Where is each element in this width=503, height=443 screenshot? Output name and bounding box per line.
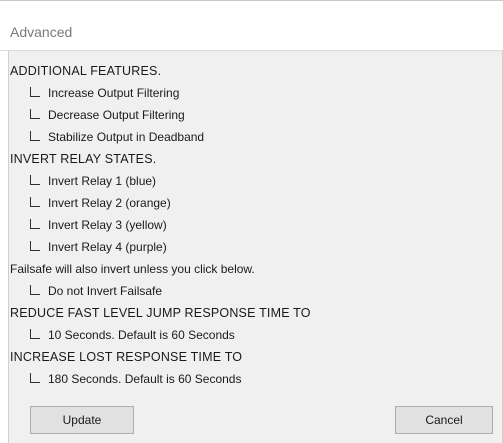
stabilize-output-in-deadband-option[interactable]: Stabilize Output in Deadband: [30, 127, 204, 147]
update-button[interactable]: Update: [30, 406, 134, 434]
failsafe-note: Failsafe will also invert unless you cli…: [10, 262, 255, 276]
invert-relay-2-checkbox[interactable]: [30, 197, 40, 207]
do-not-invert-failsafe-option[interactable]: Do not Invert Failsafe: [30, 281, 162, 301]
fast-level-jump-10s-checkbox[interactable]: [30, 329, 40, 339]
increase-output-filtering-option[interactable]: Increase Output Filtering: [30, 83, 179, 103]
checkbox-label: Stabilize Output in Deadband: [48, 130, 205, 144]
lost-response-180s-checkbox[interactable]: [30, 373, 40, 383]
checkbox-label: Decrease Output Filtering: [48, 108, 185, 122]
checkbox-label: Invert Relay 4 (purple): [48, 240, 167, 254]
lost-response-180s-option[interactable]: 180 Seconds. Default is 60 Seconds: [30, 369, 241, 389]
advanced-dialog: Advanced ADDITIONAL FEATURES. Increase O…: [0, 0, 503, 443]
invert-relay-1-option[interactable]: Invert Relay 1 (blue): [30, 171, 156, 191]
checkbox-label: Invert Relay 3 (yellow): [48, 218, 167, 232]
invert-relay-3-checkbox[interactable]: [30, 219, 40, 229]
checkbox-label: 10 Seconds. Default is 60 Seconds: [48, 328, 235, 342]
do-not-invert-failsafe-checkbox[interactable]: [30, 285, 40, 295]
invert-relay-4-option[interactable]: Invert Relay 4 (purple): [30, 237, 167, 257]
invert-relay-4-checkbox[interactable]: [30, 241, 40, 251]
stabilize-output-in-deadband-checkbox[interactable]: [30, 131, 40, 141]
invert-relay-states-heading: INVERT RELAY STATES.: [10, 152, 157, 166]
fast-level-jump-10s-option[interactable]: 10 Seconds. Default is 60 Seconds: [30, 325, 235, 345]
cancel-button[interactable]: Cancel: [395, 406, 493, 434]
checkbox-label: 180 Seconds. Default is 60 Seconds: [48, 372, 242, 386]
fast-level-jump-heading: REDUCE FAST LEVEL JUMP RESPONSE TIME TO: [10, 306, 311, 320]
invert-relay-3-option[interactable]: Invert Relay 3 (yellow): [30, 215, 167, 235]
invert-relay-2-option[interactable]: Invert Relay 2 (orange): [30, 193, 171, 213]
decrease-output-filtering-checkbox[interactable]: [30, 109, 40, 119]
lost-response-heading: INCREASE LOST RESPONSE TIME TO: [10, 350, 243, 364]
checkbox-label: Do not Invert Failsafe: [48, 284, 163, 298]
checkbox-label: Invert Relay 2 (orange): [48, 196, 171, 210]
dialog-title: Advanced: [10, 24, 73, 40]
top-border: [0, 0, 503, 1]
title-bar: Advanced: [0, 0, 503, 50]
decrease-output-filtering-option[interactable]: Decrease Output Filtering: [30, 105, 185, 125]
additional-features-heading: ADDITIONAL FEATURES.: [10, 64, 162, 78]
invert-relay-1-checkbox[interactable]: [30, 175, 40, 185]
checkbox-label: Increase Output Filtering: [48, 86, 180, 100]
checkbox-label: Invert Relay 1 (blue): [48, 174, 157, 188]
increase-output-filtering-checkbox[interactable]: [30, 87, 40, 97]
